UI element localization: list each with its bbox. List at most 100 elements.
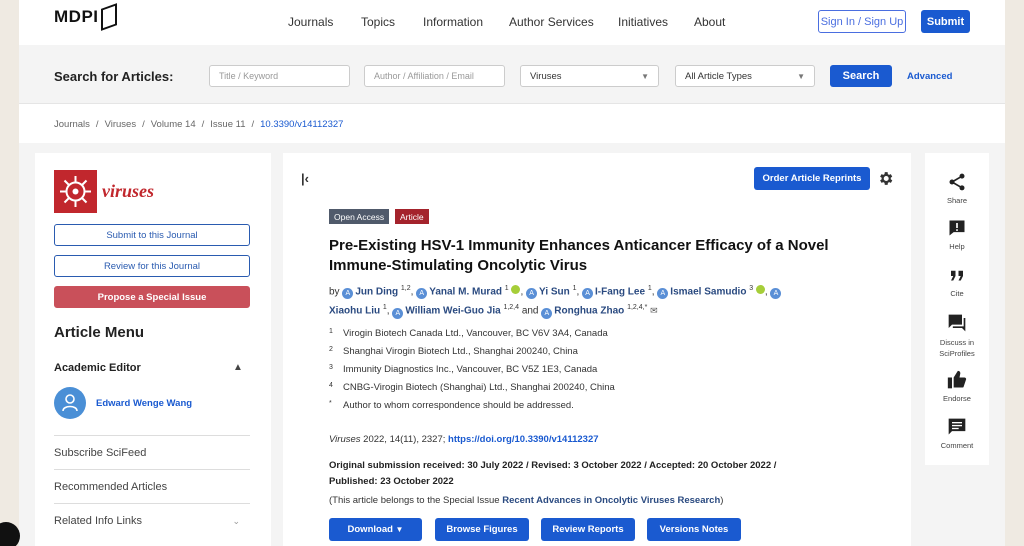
- discuss-button[interactable]: Discuss in SciProfiles: [925, 313, 989, 359]
- breadcrumb-separator: /: [95, 119, 99, 130]
- author-affiliation-number: 1: [504, 285, 509, 292]
- logo-mark: [100, 3, 117, 31]
- academic-editor-name[interactable]: Edward Wenge Wang: [96, 398, 192, 409]
- orcid-icon[interactable]: [511, 285, 521, 295]
- author-name[interactable]: Jun Ding: [355, 286, 398, 297]
- chevron-down-icon: ▼: [797, 71, 805, 81]
- breadcrumb-journals[interactable]: Journals: [54, 119, 90, 130]
- title-keyword-input[interactable]: Title / Keyword: [209, 65, 350, 87]
- sign-in-button[interactable]: Sign In / Sign Up: [818, 10, 906, 33]
- author-input[interactable]: Author / Affiliation / Email: [364, 65, 505, 87]
- browse-figures-button[interactable]: Browse Figures: [435, 518, 529, 541]
- help-button[interactable]: Help: [925, 218, 989, 251]
- article-menu-title: Article Menu: [54, 324, 145, 341]
- author-name[interactable]: Yi Sun: [539, 286, 570, 297]
- chevron-up-icon[interactable]: ▲: [233, 362, 243, 373]
- floating-widget[interactable]: [0, 522, 20, 546]
- article-type-select[interactable]: All Article Types ▼: [675, 65, 815, 87]
- comment-button[interactable]: Comment: [925, 417, 989, 450]
- journal-logo[interactable]: viruses: [54, 170, 154, 213]
- author-icon: A: [657, 288, 669, 300]
- affiliation: 3 Immunity Diagnostics Inc., Vancouver, B…: [329, 364, 597, 375]
- affiliation-number: 3: [329, 364, 333, 371]
- row-label: Related Info Links: [54, 515, 143, 527]
- journal-select[interactable]: Viruses ▼: [520, 65, 659, 87]
- author-name[interactable]: Ronghua Zhao: [554, 306, 624, 317]
- author-affiliation-number: 1,2,4: [503, 304, 520, 312]
- breadcrumb-separator: /: [201, 119, 205, 130]
- endorse-label: Endorse: [943, 394, 971, 403]
- share-button[interactable]: Share: [925, 172, 989, 205]
- envelope-icon[interactable]: ✉: [650, 306, 658, 316]
- review-for-journal-button[interactable]: Review for this Journal: [54, 255, 250, 277]
- author-name[interactable]: I-Fang Lee: [595, 286, 645, 297]
- collapse-sidebar-icon[interactable]: |‹: [301, 171, 309, 186]
- help-icon: [949, 220, 965, 236]
- cite-label: Cite: [950, 289, 964, 298]
- author-affiliation-number: 1,2: [400, 285, 411, 292]
- recommended-articles-row[interactable]: Recommended Articles: [54, 469, 250, 503]
- nav-journals[interactable]: Journals: [288, 15, 333, 29]
- nav-information[interactable]: Information: [423, 15, 483, 29]
- breadcrumb-issue[interactable]: Issue 11: [210, 119, 245, 130]
- submit-to-journal-button[interactable]: Submit to this Journal: [54, 224, 250, 246]
- nav-initiatives[interactable]: Initiatives: [618, 15, 668, 29]
- right-toolbar: Share Help Cite Discuss in SciProfiles E…: [925, 153, 989, 465]
- breadcrumb-volume[interactable]: Volume 14: [151, 119, 196, 130]
- top-navigation: MDPI Journals Topics Information Author …: [19, 0, 1005, 45]
- share-label: Share: [946, 196, 967, 205]
- page-frame: MDPI Journals Topics Information Author …: [19, 0, 1005, 546]
- breadcrumb-doi[interactable]: 10.3390/v14112327: [260, 119, 343, 130]
- special-issue-note: (This article belongs to the Special Iss…: [329, 495, 723, 506]
- propose-special-issue-button[interactable]: Propose a Special Issue: [54, 286, 250, 308]
- cite-button[interactable]: Cite: [925, 267, 989, 298]
- doi-link[interactable]: https://doi.org/10.3390/v14112327: [448, 434, 599, 445]
- special-issue-link[interactable]: Recent Advances in Oncolytic Viruses Res…: [502, 495, 720, 506]
- breadcrumb-viruses[interactable]: Viruses: [105, 119, 137, 130]
- subscribe-scifeed-row[interactable]: Subscribe SciFeed: [54, 435, 250, 469]
- author-name[interactable]: Yanal M. Murad: [429, 286, 502, 297]
- article-sidebar: viruses Submit to this Journal Review fo…: [35, 153, 271, 546]
- related-info-links-row[interactable]: Related Info Links ⌄: [54, 503, 250, 537]
- endorse-button[interactable]: Endorse: [925, 370, 989, 403]
- nav-topics[interactable]: Topics: [361, 15, 395, 29]
- logo-text: MDPI: [54, 7, 99, 26]
- author-name[interactable]: Xiaohu Liu: [329, 306, 380, 317]
- affiliation: 2 Shanghai Virogin Biotech Ltd., Shanghai…: [329, 346, 578, 357]
- download-button[interactable]: Download ▼: [329, 518, 422, 541]
- versions-notes-button[interactable]: Versions Notes: [647, 518, 741, 541]
- affiliation: 4 CNBG-Virogin Biotech (Shanghai) Ltd., S…: [329, 382, 615, 393]
- chevron-down-icon: ▼: [395, 525, 404, 534]
- author-affiliation-number: 3: [749, 285, 754, 292]
- article-type-value: All Article Types: [685, 70, 752, 82]
- author-icon: A: [541, 307, 553, 319]
- download-label: Download: [347, 524, 393, 535]
- gear-icon[interactable]: [877, 170, 894, 192]
- affiliation-text: CNBG-Virogin Biotech (Shanghai) Ltd., Sh…: [343, 382, 615, 393]
- affiliation-number: 4: [329, 382, 333, 389]
- search-button[interactable]: Search: [830, 65, 892, 87]
- affiliation-text: Immunity Diagnostics Inc., Vancouver, BC…: [343, 364, 598, 375]
- quote-icon: [951, 270, 963, 281]
- nav-author-services[interactable]: Author Services: [509, 15, 594, 29]
- order-reprints-button[interactable]: Order Article Reprints: [754, 167, 870, 190]
- and-label: and: [521, 305, 539, 317]
- row-label: Subscribe SciFeed: [54, 447, 147, 459]
- affiliation-text: Author to whom correspondence should be …: [343, 400, 574, 411]
- orcid-icon[interactable]: [755, 285, 765, 295]
- advanced-search-link[interactable]: Advanced: [907, 71, 952, 82]
- affiliation-number: *: [329, 400, 332, 407]
- citation-details: 2022, 14(11), 2327;: [360, 434, 449, 445]
- user-avatar-icon: [54, 387, 86, 419]
- mdpi-logo[interactable]: MDPI: [54, 3, 117, 31]
- author-name[interactable]: William Wei-Guo Jia: [405, 306, 500, 317]
- comment-icon: [948, 418, 966, 435]
- author-icon: A: [526, 288, 538, 300]
- submit-button[interactable]: Submit: [921, 10, 970, 33]
- author-icon: A: [416, 288, 428, 300]
- review-reports-button[interactable]: Review Reports: [541, 518, 635, 541]
- publication-dates: Original submission received: 30 July 20…: [329, 458, 829, 490]
- journal-name: viruses: [102, 181, 155, 201]
- author-name[interactable]: Ismael Samudio: [670, 286, 746, 297]
- nav-about[interactable]: About: [694, 15, 725, 29]
